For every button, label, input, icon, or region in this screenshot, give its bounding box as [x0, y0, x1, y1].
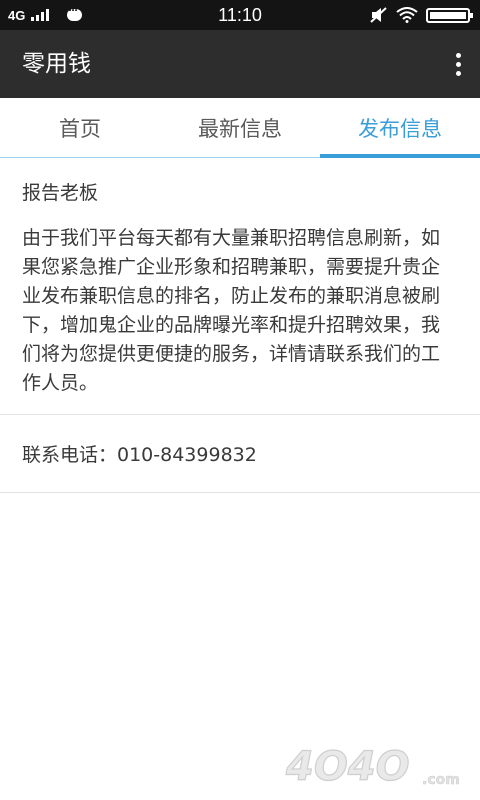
divider: [0, 492, 480, 493]
battery-icon: [426, 7, 473, 23]
wifi-icon: [396, 7, 418, 23]
app-bar: 零用钱: [0, 30, 480, 98]
section-title: 报告老板: [22, 182, 99, 204]
tab-latest[interactable]: 最新信息: [160, 98, 320, 158]
tab-indicator: [320, 154, 480, 158]
overflow-menu-icon[interactable]: [448, 48, 468, 80]
watermark-suffix: .com: [422, 772, 460, 788]
status-bar: 4G 11:10: [0, 0, 480, 30]
tab-bar: 首页 最新信息 发布信息: [0, 98, 480, 158]
notice-text: 由于我们平台每天都有大量兼职招聘信息刷新，如果您紧急推广企业形象和招聘兼职，需要…: [22, 227, 441, 394]
contact-phone[interactable]: 联系电话：010-84399832: [22, 440, 257, 467]
site-watermark-logo: 4O4O .com: [284, 743, 460, 790]
tab-home[interactable]: 首页: [0, 98, 160, 158]
status-right: [370, 0, 473, 30]
app-title: 零用钱: [22, 51, 91, 77]
watermark-text: 4O4O: [285, 744, 410, 790]
tab-publish[interactable]: 发布信息: [320, 98, 480, 158]
divider: [0, 414, 480, 415]
mute-icon: [370, 7, 387, 23]
